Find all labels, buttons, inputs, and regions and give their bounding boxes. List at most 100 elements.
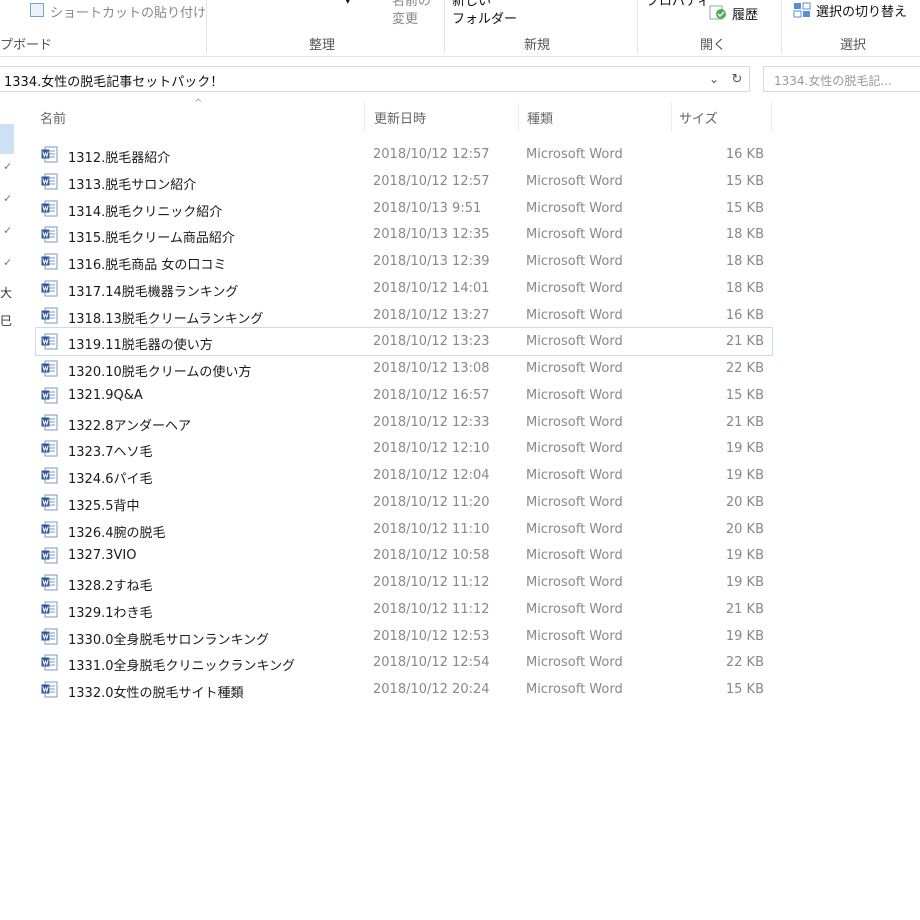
file-name: 1323.7ヘソ毛: [68, 445, 153, 461]
file-row[interactable]: 1325.5背中 2018/10/12 11:20 Microsoft Word 20…: [36, 489, 772, 516]
column-header-size[interactable]: サイズ: [679, 108, 718, 127]
chevron-down-icon[interactable]: ⌄: [706, 69, 722, 89]
file-row[interactable]: 1330.0全身脱毛サロンランキング 2018/10/12 12:53 Micros…: [36, 623, 772, 650]
search-input[interactable]: 1334.女性の脱毛記...: [763, 66, 920, 92]
file-size: 19 KB: [725, 628, 764, 644]
delete-icon[interactable]: ▾: [345, 0, 351, 7]
file-size: 22 KB: [725, 361, 764, 376]
nav-item-label[interactable]: 巳: [0, 312, 12, 329]
file-size: 15 KB: [725, 682, 764, 697]
file-row[interactable]: 1320.10脱毛クリームの使い方 2018/10/12 13:08 Microso…: [36, 355, 772, 382]
column-separator[interactable]: [671, 102, 672, 132]
ribbon-separator: [206, 0, 207, 54]
file-row[interactable]: 1332.0女性の脱毛サイト種類 2018/10/12 20:24 Microsof…: [36, 676, 772, 703]
file-modified-date: 2018/10/13 12:35: [373, 227, 490, 243]
address-path: 1334.女性の脱毛記事セットパック！: [4, 75, 224, 90]
file-row[interactable]: 1324.6パイ毛 2018/10/12 12:04 Microsoft Word 1…: [36, 462, 772, 489]
file-name: 1329.1わき毛: [68, 605, 153, 621]
select-group-label: 選択: [840, 38, 867, 53]
column-separator[interactable]: [518, 102, 519, 132]
column-header-type[interactable]: 種類: [527, 108, 553, 127]
word-document-icon: [41, 574, 58, 591]
refresh-icon[interactable]: ↻: [728, 69, 746, 89]
move-to-button[interactable]: ~ ~ ~ ~ ~ ~: [218, 0, 304, 7]
file-row[interactable]: 1314.脱毛クリニック紹介 2018/10/13 9:51 Microsoft W…: [36, 195, 772, 222]
file-name: 1313.脱毛サロン紹介: [68, 177, 197, 193]
file-modified-date: 2018/10/12 12:57: [373, 173, 490, 189]
word-document-icon: [41, 253, 58, 270]
file-row[interactable]: 1329.1わき毛 2018/10/12 11:12 Microsoft Word 2…: [36, 596, 772, 623]
invert-selection-button[interactable]: 選択の切り替え: [816, 1, 907, 20]
file-modified-date: 2018/10/12 11:12: [373, 601, 490, 617]
file-name: 1316.脱毛商品 女の口コミ: [68, 258, 227, 273]
file-name: 1331.0全身脱毛クリニックランキング: [68, 659, 296, 675]
history-button[interactable]: 履歴: [732, 4, 758, 23]
file-modified-date: 2018/10/12 12:57: [373, 147, 490, 162]
file-modified-date: 2018/10/13 12:39: [373, 254, 490, 269]
file-row[interactable]: 1326.4腕の脱毛 2018/10/12 11:10 Microsoft Word…: [36, 516, 772, 543]
file-size: 18 KB: [725, 280, 764, 296]
file-row[interactable]: 1319.11脱毛器の使い方 2018/10/12 13:23 Microsoft …: [35, 327, 773, 356]
word-document-icon: [41, 414, 58, 430]
file-row[interactable]: 1312.脱毛器紹介 2018/10/12 12:57 Microsoft Word…: [36, 141, 772, 168]
file-modified-date: 2018/10/12 12:04: [373, 468, 490, 483]
file-row[interactable]: 1327.3VIO 2018/10/12 10:58 Microsoft Word 1…: [36, 542, 772, 569]
clipboard-group-label: プボード: [0, 38, 53, 53]
file-size: 19 KB: [725, 548, 764, 564]
file-row[interactable]: 1322.8アンダーヘア 2018/10/12 12:33 Microsoft Wo…: [36, 409, 772, 436]
file-size: 15 KB: [725, 173, 764, 189]
file-type: Microsoft Word: [526, 387, 623, 403]
file-row[interactable]: 1316.脱毛商品 女の口コミ 2018/10/13 12:39 Microsoft…: [36, 248, 772, 275]
file-name: 1328.2すね毛: [68, 579, 153, 594]
file-size: 19 KB: [725, 441, 764, 457]
word-document-icon: [41, 226, 58, 243]
file-type: Microsoft Word: [526, 494, 623, 510]
paste-shortcut-button[interactable]: ショートカットの貼り付け: [50, 2, 206, 21]
file-type: Microsoft Word: [526, 521, 623, 537]
nav-item-label[interactable]: 大: [0, 284, 12, 301]
new-folder-button-line2[interactable]: フォルダー: [452, 8, 517, 27]
file-modified-date: 2018/10/12 12:53: [373, 628, 490, 644]
navigation-pane[interactable]: ✓ ✓ ✓ ✓ 大 巳: [0, 96, 18, 920]
file-type: Microsoft Word: [526, 361, 623, 376]
file-name: 1325.5背中: [68, 498, 140, 514]
file-list[interactable]: 1312.脱毛器紹介 2018/10/12 12:57 Microsoft Word…: [35, 141, 773, 703]
organize-group-label: 整理: [309, 38, 336, 53]
ribbon-separator: [781, 0, 782, 54]
file-type: Microsoft Word: [526, 655, 623, 671]
file-type: Microsoft Word: [526, 307, 623, 323]
column-header-date[interactable]: 更新日時: [374, 108, 426, 127]
file-row[interactable]: 1313.脱毛サロン紹介 2018/10/12 12:57 Microsoft Wo…: [36, 168, 772, 195]
file-type: Microsoft Word: [526, 173, 623, 189]
file-row[interactable]: 1315.脱毛クリーム商品紹介 2018/10/13 12:35 Microsoft…: [36, 221, 772, 248]
file-row[interactable]: 1321.9Q&A 2018/10/12 16:57 Microsoft Word 1…: [36, 382, 772, 409]
file-modified-date: 2018/10/12 10:58: [373, 548, 490, 564]
file-modified-date: 2018/10/12 13:23: [373, 334, 490, 350]
rename-button-line2[interactable]: 変更: [392, 8, 418, 27]
file-modified-date: 2018/10/12 20:24: [373, 682, 490, 697]
file-row[interactable]: 1317.14脱毛機器ランキング 2018/10/12 14:01 Microsof…: [36, 275, 772, 302]
file-row[interactable]: 1328.2すね毛 2018/10/12 11:12 Microsoft Word 1…: [36, 569, 772, 596]
word-document-icon: [41, 387, 58, 404]
address-bar[interactable]: 1334.女性の脱毛記事セットパック！ ⌄ ↻: [0, 66, 750, 92]
column-header-name[interactable]: 名前: [40, 108, 66, 127]
file-name: 1320.10脱毛クリームの使い方: [68, 365, 252, 380]
column-separator[interactable]: [364, 102, 365, 132]
column-separator[interactable]: [771, 102, 772, 132]
file-name: 1319.11脱毛器の使い方: [68, 338, 213, 354]
history-icon: [709, 5, 726, 20]
properties-button[interactable]: プロパティ: [646, 0, 710, 9]
nav-selected-item[interactable]: [0, 124, 14, 154]
file-size: 16 KB: [725, 147, 764, 162]
file-size: 18 KB: [725, 227, 764, 243]
word-document-icon: [41, 628, 58, 644]
word-document-icon: [41, 547, 58, 564]
file-modified-date: 2018/10/12 14:01: [373, 280, 490, 296]
file-modified-date: 2018/10/12 12:54: [373, 655, 490, 671]
search-placeholder: 1334.女性の脱毛記...: [774, 74, 892, 88]
file-row[interactable]: 1318.13脱毛クリームランキング 2018/10/12 13:27 Micros…: [36, 302, 772, 329]
file-row[interactable]: 1331.0全身脱毛クリニックランキング 2018/10/12 12:54 Micr…: [36, 649, 772, 676]
ribbon-separator: [444, 0, 445, 54]
word-document-icon: [41, 521, 58, 537]
file-row[interactable]: 1323.7ヘソ毛 2018/10/12 12:10 Microsoft Word 1…: [36, 435, 772, 462]
